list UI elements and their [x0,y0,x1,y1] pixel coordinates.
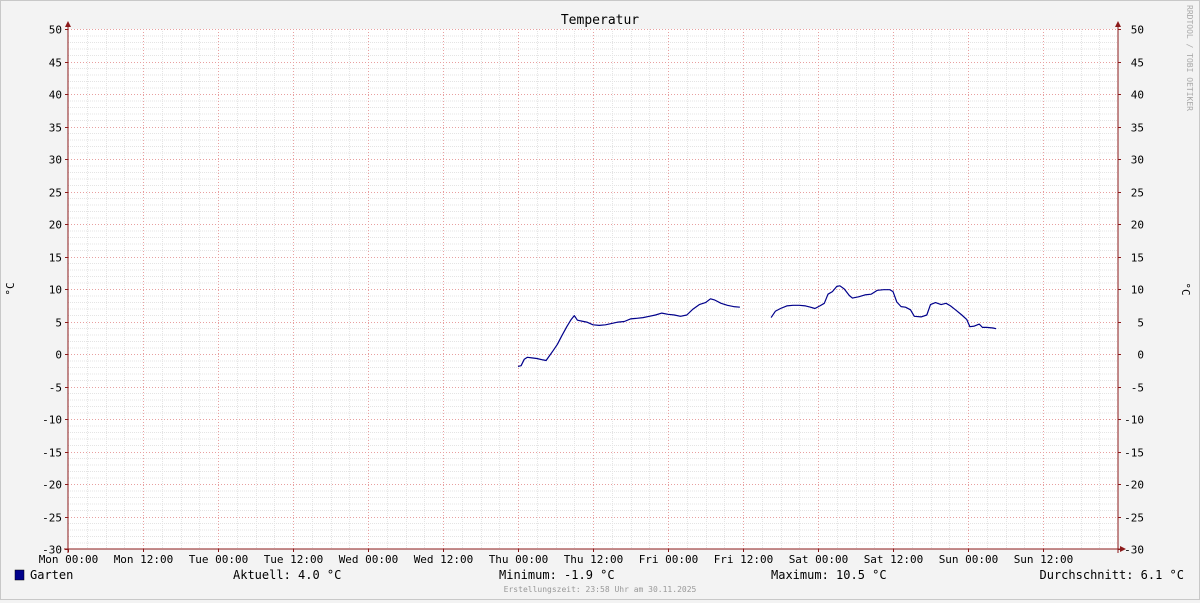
legend-maximum: Maximum: 10.5 °C [771,568,887,582]
y-tick-label: -5 [49,382,62,395]
y-tick-label: 10 [1131,284,1144,297]
x-tick-label: Mon 12:00 [114,553,174,566]
x-tick-label: Sun 00:00 [939,553,999,566]
x-tick-label: Wed 00:00 [339,553,399,566]
y-tick-label: 10 [49,284,62,297]
y-tick-label: -10 [1124,414,1144,427]
footer-timestamp: Erstellungszeit: 23:58 Uhr am 30.11.2025 [504,585,697,594]
x-tick-label: Thu 00:00 [489,553,549,566]
y-tick-label: 35 [1131,122,1144,135]
y-tick-label: -10 [42,414,62,427]
x-tick-label: Tue 00:00 [189,553,249,566]
y-tick-label: -25 [42,512,62,525]
y-tick-label: 50 [49,24,62,37]
y-tick-label: 15 [49,252,62,265]
y-tick-label: 30 [1131,154,1144,167]
x-tick-label: Fri 00:00 [639,553,699,566]
y-tick-label: 50 [1131,24,1144,37]
x-axis: Mon 00:00 Mon 12:00 Tue 00:00 Tue 12:00 Wed … [39,549,1074,566]
chart-title: Temperatur [561,13,639,28]
x-tick-label: Sun 12:00 [1014,553,1074,566]
y-tick-label: -25 [1124,512,1144,525]
y-tick-label: 0 [1137,349,1144,362]
temperature-chart: 50454035302520151050-5-10-15-20-25-30 50… [4,5,1194,594]
y-tick-label: -20 [42,479,62,492]
y-tick-label: -5 [1131,382,1144,395]
x-tick-label: Sat 00:00 [789,553,849,566]
legend-minimum: Minimum: -1.9 °C [499,568,615,582]
x-tick-label: Thu 12:00 [564,553,624,566]
y-axis-right: 50454035302520151050-5-10-15-20-25-30 [1118,24,1144,557]
y-tick-label: 40 [1131,89,1144,102]
y-tick-label: 25 [1131,187,1144,200]
x-tick-label: Fri 12:00 [714,553,774,566]
y-tick-label: -30 [1124,544,1144,557]
x-tick-label: Wed 12:00 [414,553,474,566]
legend-current: Aktuell: 4.0 °C [233,568,341,582]
y-tick-label: -15 [1124,447,1144,460]
y-tick-label: 20 [1131,219,1144,232]
y-axis-label-right: °C [1179,282,1192,295]
y-tick-label: 25 [49,187,62,200]
y-axis-left: 50454035302520151050-5-10-15-20-25-30 [42,24,68,557]
legend-swatch [14,569,25,581]
y-tick-label: 0 [55,349,62,362]
y-tick-label: 5 [1137,317,1144,330]
chart-frame: 50 45 40 35 30 25 20 15 10 5 0 -5 -10 -15 -20 -25 -30 50… [0,0,1200,600]
y-tick-label: -20 [1124,479,1144,492]
y-tick-label: 30 [49,154,62,167]
y-axis-left-arrow [65,21,71,27]
watermark: RRDTOOL / TOBI OETIKER [1185,5,1194,111]
y-tick-label: 40 [49,89,62,102]
y-tick-label: 20 [49,219,62,232]
y-tick-label: 45 [1131,57,1144,70]
y-tick-label: 15 [1131,252,1144,265]
y-axis-right-arrow [1115,21,1121,27]
y-tick-label: 45 [49,57,62,70]
y-tick-label: -15 [42,447,62,460]
y-axis-label-left: °C [4,282,17,295]
legend-series-name: Garten [30,568,73,582]
x-tick-label: Tue 12:00 [264,553,324,566]
x-tick-label: Mon 00:00 [39,553,99,566]
x-tick-label: Sat 12:00 [864,553,924,566]
y-tick-label: 5 [55,317,62,330]
y-tick-label: 35 [49,122,62,135]
legend-average: Durchschnitt: 6.1 °C [1040,568,1185,582]
